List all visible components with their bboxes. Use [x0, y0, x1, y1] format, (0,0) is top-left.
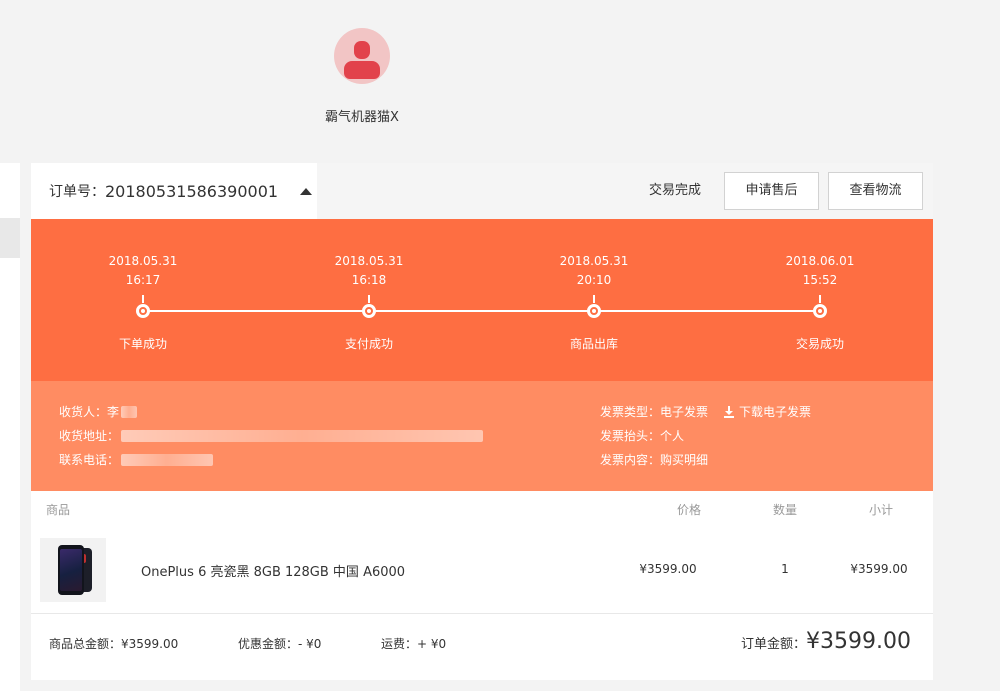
user-profile: 霸气机器猫X: [312, 28, 412, 125]
step-date: 2018.05.31: [334, 254, 404, 268]
phone-front-image: [58, 545, 84, 595]
download-invoice-link[interactable]: 下载电子发票: [724, 403, 811, 421]
recipient-phone-label: 联系电话：: [59, 453, 120, 467]
step-tick: [142, 295, 144, 303]
order-header: 订单号： 20180531586390001 交易完成 申请售后 查看物流: [31, 163, 933, 219]
step-date: 2018.06.01: [785, 254, 855, 268]
invoice-type: 电子发票: [660, 405, 709, 419]
step-label: 商品出库: [569, 337, 618, 351]
invoice-title-label: 发票抬头：: [600, 429, 661, 443]
order-total-label: 订单金额：: [741, 637, 807, 652]
product-subtotal: ¥3599.00: [850, 562, 908, 576]
caret-up-icon[interactable]: [300, 187, 313, 195]
step-label: 下单成功: [118, 337, 167, 351]
step-date: 2018.05.31: [108, 254, 178, 268]
invoice-content: 购买明细: [660, 453, 709, 467]
user-icon-head: [354, 41, 370, 59]
order-number-label: 订单号：: [49, 184, 105, 200]
step-dot-icon: [136, 304, 150, 318]
order-timeline: 2018.05.31 16:17 下单成功 2018.05.31 16:18 支…: [31, 219, 933, 381]
step-dot-icon: [362, 304, 376, 318]
goods-column-header-price: 价格: [677, 503, 702, 517]
step-label: 支付成功: [344, 337, 393, 351]
sidebar: [0, 163, 20, 691]
order-panel: 订单号： 20180531586390001 交易完成 申请售后 查看物流 20…: [31, 163, 933, 680]
step-tick: [819, 295, 821, 303]
recipient-name: 李: [107, 405, 120, 419]
username: 霸气机器猫X: [325, 110, 399, 125]
step-time: 16:17: [125, 273, 161, 287]
invoice-content-label: 发票内容：: [600, 453, 661, 467]
goods-total: 商品总金额：¥3599.00: [49, 637, 179, 651]
order-number-tab[interactable]: 订单号： 20180531586390001: [31, 163, 317, 219]
download-invoice-label: 下载电子发票: [739, 405, 812, 419]
product-price: ¥3599.00: [639, 562, 697, 576]
discount-amount: 优惠金额：- ¥0: [238, 637, 322, 651]
order-total: 订单金额： ¥3599.00: [741, 629, 911, 654]
redacted-blur: [121, 406, 138, 418]
after-sale-button[interactable]: 申请售后: [724, 172, 819, 210]
invoice-type-label: 发票类型：: [600, 405, 661, 419]
step-tick: [593, 295, 595, 303]
divider: [31, 613, 933, 614]
step-date: 2018.05.31: [559, 254, 629, 268]
download-icon: [724, 406, 735, 418]
redacted-blur: [121, 454, 214, 466]
recipient-phone-row: 联系电话：: [59, 451, 214, 469]
goods-column-header-product: 商品: [46, 503, 71, 517]
view-logistics-button[interactable]: 查看物流: [828, 172, 923, 210]
step-tick: [368, 295, 370, 303]
step-time: 16:18: [351, 273, 387, 287]
step-time: 20:10: [576, 273, 612, 287]
recipient-address-row: 收货地址：: [59, 427, 484, 445]
recipient-address-label: 收货地址：: [59, 429, 120, 443]
invoice-content-row: 发票内容： 购买明细: [600, 451, 708, 469]
step-time: 15:52: [802, 273, 838, 287]
user-icon-body: [344, 61, 380, 79]
order-status: 交易完成: [649, 183, 702, 198]
goods-column-header-quantity: 数量: [773, 503, 798, 517]
step-label: 交易成功: [795, 337, 844, 351]
step-dot-icon: [813, 304, 827, 318]
timeline-line: [143, 310, 821, 312]
goods-column-header-subtotal: 小计: [869, 503, 894, 517]
invoice-title-row: 发票抬头： 个人: [600, 427, 684, 445]
invoice-type-row: 发票类型： 电子发票 下载电子发票: [600, 403, 811, 421]
recipient-name-label: 收货人：: [59, 405, 108, 419]
sidebar-selected-item[interactable]: [0, 218, 20, 258]
redacted-blur: [121, 430, 484, 442]
product-name-link[interactable]: OnePlus 6 亮瓷黑 8GB 128GB 中国 A6000: [141, 561, 405, 580]
product-quantity: 1: [781, 562, 789, 576]
product-thumbnail[interactable]: [40, 538, 106, 602]
invoice-title: 个人: [660, 429, 685, 443]
order-number: 20180531586390001: [105, 181, 279, 201]
avatar[interactable]: [334, 28, 390, 84]
order-total-value: ¥3599.00: [806, 629, 911, 654]
recipient-name-row: 收货人： 李: [59, 403, 138, 421]
step-dot-icon: [587, 304, 601, 318]
shipping-fee: 运费：+ ¥0: [381, 637, 447, 651]
shipping-invoice-info: 收货人： 李 收货地址： 联系电话： 发票类型： 电子发票 下载电子发票 发票抬…: [31, 381, 933, 491]
